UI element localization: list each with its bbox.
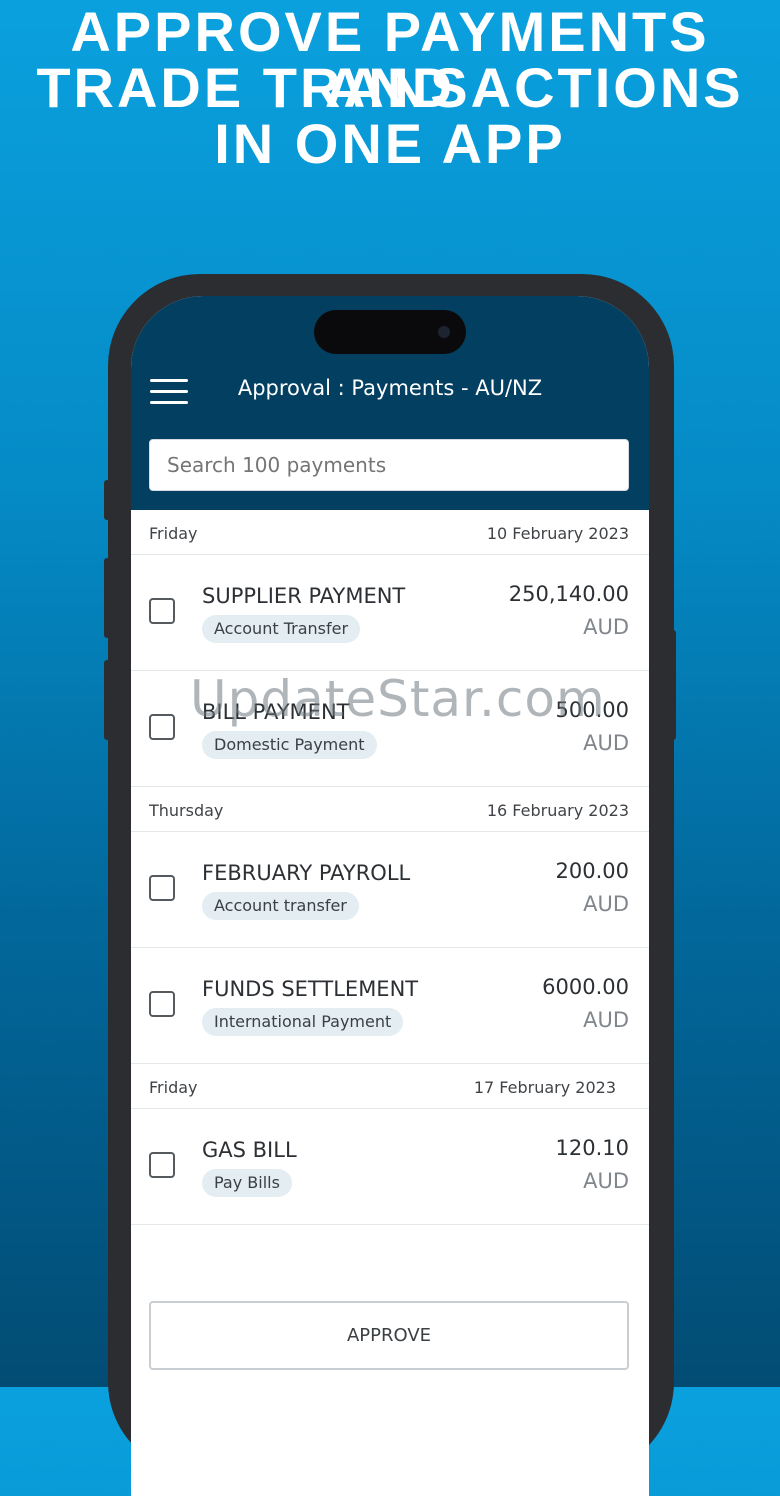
select-checkbox[interactable] [149, 991, 175, 1017]
payment-name: FEBRUARY PAYROLL [202, 861, 411, 885]
payment-row[interactable]: FUNDS SETTLEMENT International Payment 6… [131, 948, 649, 1064]
headline-line-1: APPROVE PAYMENTS AND [70, 0, 710, 119]
payment-type-badge: Pay Bills [202, 1169, 292, 1197]
payment-amount: 6000.00 [542, 975, 629, 999]
select-checkbox[interactable] [149, 875, 175, 901]
promo-headline: APPROVE PAYMENTS AND TRADE TRANSACTIONS … [0, 0, 780, 172]
day-date: 16 February 2023 [486, 801, 629, 820]
day-header: Friday 10 February 2023 [131, 510, 649, 555]
payment-currency: AUD [583, 1169, 629, 1193]
day-name: Friday [149, 1078, 198, 1097]
payment-currency: AUD [583, 1008, 629, 1032]
select-checkbox[interactable] [149, 598, 175, 624]
day-name: Friday [149, 524, 198, 543]
page-title: Approval : Payments - AU/NZ [237, 376, 543, 400]
payment-currency: AUD [583, 731, 629, 755]
dynamic-island [314, 310, 466, 354]
search-input[interactable] [149, 439, 629, 491]
payment-type-badge: Account Transfer [202, 615, 361, 643]
day-date: 17 February 2023 [473, 1078, 616, 1097]
camera-icon [438, 326, 450, 338]
payment-name: FUNDS SETTLEMENT [202, 977, 419, 1001]
watermark: UpdateStar.com [190, 670, 606, 728]
headline-line-2: TRADE TRANSACTIONS [36, 56, 744, 119]
phone-screen: Approval : Payments - AU/NZ Friday 10 Fe… [131, 296, 649, 1496]
payment-row[interactable]: FEBRUARY PAYROLL Account transfer 200.00… [131, 832, 649, 948]
payment-row[interactable]: SUPPLIER PAYMENT Account Transfer 250,14… [131, 555, 649, 671]
app-header: Approval : Payments - AU/NZ [131, 296, 649, 510]
day-date: 10 February 2023 [486, 524, 629, 543]
day-name: Thursday [149, 801, 224, 820]
payment-name: SUPPLIER PAYMENT [202, 584, 406, 608]
payments-list: Friday 10 February 2023 SUPPLIER PAYMENT… [131, 510, 649, 1225]
day-header: Thursday 16 February 2023 [131, 787, 649, 832]
headline-line-3: IN ONE APP [214, 112, 566, 175]
approve-button[interactable]: APPROVE [149, 1301, 629, 1370]
payment-amount: 200.00 [555, 859, 629, 883]
payment-amount: 120.10 [555, 1136, 629, 1160]
day-header: Friday 17 February 2023 [131, 1064, 649, 1109]
payment-currency: AUD [583, 892, 629, 916]
payment-name: GAS BILL [202, 1138, 297, 1162]
payment-type-badge: Domestic Payment [202, 731, 377, 759]
select-checkbox[interactable] [149, 714, 175, 740]
payment-currency: AUD [583, 615, 629, 639]
payment-type-badge: Account transfer [202, 892, 359, 920]
select-checkbox[interactable] [149, 1152, 175, 1178]
payment-amount: 250,140.00 [508, 582, 629, 606]
payment-type-badge: International Payment [202, 1008, 404, 1036]
payment-row[interactable]: GAS BILL Pay Bills 120.10 AUD [131, 1109, 649, 1225]
